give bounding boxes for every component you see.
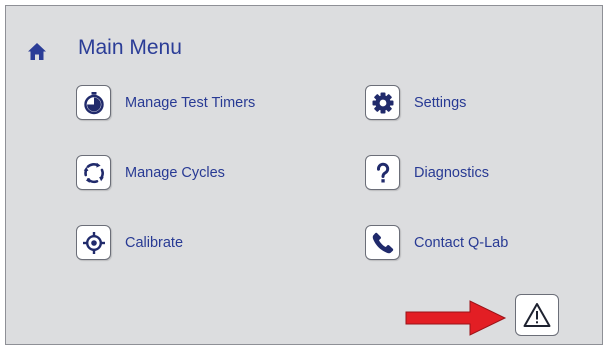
menu-label: Manage Test Timers [125,94,256,111]
page-title: Main Menu [78,36,182,59]
calibrate-button[interactable]: Calibrate [76,225,183,260]
crosshair-icon [76,225,111,260]
menu-label: Calibrate [125,234,184,251]
main-menu-panel: Main Menu Manage Test Timers Manage Cycl… [5,5,603,345]
contact-q-lab-button[interactable]: Contact Q-Lab [365,225,508,260]
red-arrow-icon [405,300,507,336]
settings-button[interactable]: Settings [365,85,466,120]
phone-icon [365,225,400,260]
warning-icon [523,303,551,327]
timer-icon [76,85,111,120]
diagnostics-button[interactable]: Diagnostics [365,155,489,190]
gear-icon [365,85,400,120]
menu-label: Manage Cycles [125,164,225,181]
manage-test-timers-button[interactable]: Manage Test Timers [76,85,255,120]
home-icon[interactable] [27,42,47,62]
warning-button[interactable] [515,294,559,336]
menu-label: Contact Q-Lab [414,234,509,251]
cycle-icon [76,155,111,190]
question-icon [365,155,400,190]
menu-label: Diagnostics [414,164,489,181]
manage-cycles-button[interactable]: Manage Cycles [76,155,225,190]
menu-label: Settings [414,94,467,111]
